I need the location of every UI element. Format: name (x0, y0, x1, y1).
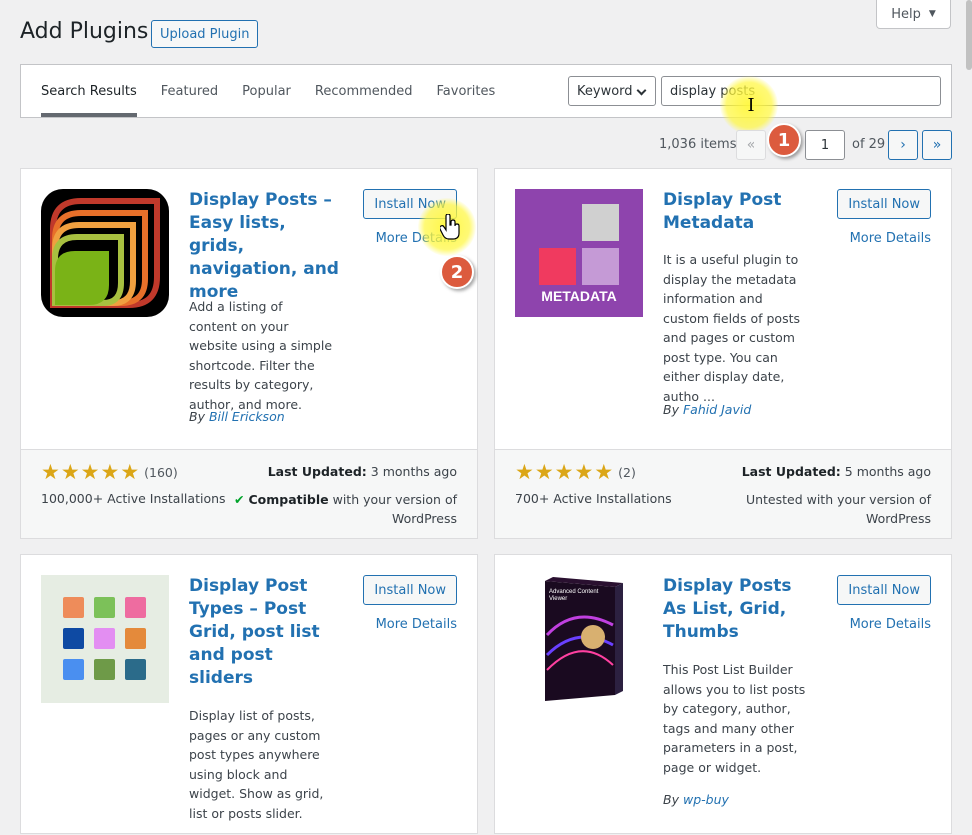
items-count: 1,036 items (659, 137, 737, 152)
pagination: 1,036 items « of 29 › » (0, 130, 952, 160)
star-icon: ★ (60, 460, 80, 484)
compatibility: Untested with your version of WordPress (701, 490, 931, 528)
help-label: Help (891, 6, 921, 22)
install-now-button[interactable]: Install Now (837, 189, 931, 219)
star-icon: ★ (515, 460, 534, 484)
plugin-name-link[interactable]: Display Posts As List, Grid, Thumbs (663, 575, 813, 644)
plugin-actions: Install Now More Details (357, 189, 457, 246)
more-details-link[interactable]: More Details (357, 617, 457, 632)
by-label: By (663, 792, 679, 807)
plugin-card: METADATA Display Post Metadata Install N… (494, 168, 952, 539)
plugin-author: By Fahid Javid (663, 402, 751, 417)
compatible-text: with your version of WordPress (332, 492, 457, 526)
active-installs: 700+ Active Installations (515, 491, 672, 506)
text-cursor-icon: I (747, 95, 755, 116)
step-badge-1: 1 (767, 123, 801, 157)
plugin-card: Display Posts – Easy lists, grids, navig… (20, 168, 478, 539)
plugin-actions: Install Now More Details (831, 189, 931, 246)
last-updated-value: 5 months ago (844, 464, 931, 479)
first-page-button[interactable]: « (736, 130, 766, 160)
plugin-description: Display list of posts, pages or any cust… (189, 708, 324, 821)
display-posts-logo (41, 189, 169, 317)
last-updated-value: 3 months ago (370, 464, 457, 479)
install-now-button[interactable]: Install Now (837, 575, 931, 605)
compatibility: ✔ Compatible with your version of WordPr… (227, 490, 457, 528)
star-icon: ★ (574, 460, 594, 484)
plugin-description: It is a useful plugin to display the met… (663, 252, 800, 404)
help-button[interactable]: Help ▼ (876, 0, 951, 29)
more-details-link[interactable]: More Details (831, 231, 931, 246)
page-scrollbar[interactable] (966, 0, 972, 70)
plugin-description: This Post List Builder allows you to lis… (663, 662, 806, 775)
check-icon: ✔ (234, 492, 245, 507)
plugin-card-footer: ★ ★ ★ ★ ★ (160) 100,000+ Active Installa… (21, 449, 477, 538)
plugin-name-link[interactable]: Display Post Metadata (663, 189, 813, 235)
plugin-name-link[interactable]: Display Posts – Easy lists, grids, navig… (189, 189, 339, 304)
last-updated-label: Last Updated: (267, 464, 367, 479)
last-updated-label: Last Updated: (741, 464, 841, 479)
plugin-tabs: Search Results Featured Popular Recommen… (41, 65, 519, 117)
install-now-button[interactable]: Install Now (363, 575, 457, 605)
rating-count-link[interactable]: (160) (144, 465, 178, 480)
upload-plugin-button[interactable]: Upload Plugin (151, 20, 259, 48)
star-icon: ★ (554, 460, 574, 484)
plugin-description: Add a listing of content on your website… (189, 299, 333, 412)
plugin-author: By wp-buy (663, 792, 729, 807)
by-label: By (663, 402, 679, 417)
more-details-link[interactable]: More Details (357, 231, 457, 246)
total-pages: of 29 (852, 137, 886, 152)
post-types-logo (41, 575, 169, 703)
tab-search-results[interactable]: Search Results (41, 65, 137, 117)
chevron-down-icon (636, 85, 647, 96)
star-icon: ★ (41, 460, 60, 484)
plugin-filter-bar: Search Results Featured Popular Recommen… (20, 64, 952, 118)
star-rating: ★ ★ ★ ★ ★ (2) (515, 460, 636, 484)
tab-popular[interactable]: Popular (242, 65, 291, 117)
last-updated: Last Updated: 5 months ago (742, 464, 931, 479)
plugin-author: By Bill Erickson (189, 409, 285, 424)
rating-count-link[interactable]: (2) (618, 465, 636, 480)
author-link[interactable]: wp-buy (683, 792, 729, 807)
tab-featured[interactable]: Featured (161, 65, 218, 117)
last-page-button[interactable]: » (922, 130, 952, 160)
star-icon: ★ (100, 460, 120, 484)
tab-favorites[interactable]: Favorites (437, 65, 496, 117)
box-logo-text: Advanced Content Viewer (549, 589, 599, 602)
page-title: Add Plugins (20, 19, 149, 44)
metadata-logo: METADATA (515, 189, 643, 317)
plugin-name-link[interactable]: Display Post Types – Post Grid, post lis… (189, 575, 339, 690)
compatible-label: Compatible (248, 492, 329, 507)
plugin-card-footer: ★ ★ ★ ★ ★ (2) 700+ Active Installations … (495, 449, 951, 538)
search-input[interactable] (661, 76, 941, 106)
current-page-input[interactable] (805, 130, 845, 160)
star-icon: ★ (80, 460, 100, 484)
content-viewer-box-logo: Advanced Content Viewer (515, 575, 643, 703)
search-type-value: Keyword (577, 83, 633, 99)
star-icon: ★ (534, 460, 554, 484)
plugin-actions: Install Now More Details (357, 575, 457, 632)
plugin-actions: Install Now More Details (831, 575, 931, 632)
plugin-card: Advanced Content Viewer Display Posts As… (494, 554, 952, 834)
author-link[interactable]: Fahid Javid (683, 402, 751, 417)
next-page-button[interactable]: › (888, 130, 918, 160)
step-badge-2: 2 (440, 255, 474, 289)
search-type-select[interactable]: Keyword (568, 76, 656, 106)
caret-down-icon: ▼ (928, 9, 936, 19)
active-installs: 100,000+ Active Installations (41, 491, 226, 506)
tab-recommended[interactable]: Recommended (315, 65, 413, 117)
metadata-logo-text: METADATA (541, 288, 617, 304)
plugin-card: Display Post Types – Post Grid, post lis… (20, 554, 478, 834)
star-icon: ★ (120, 460, 140, 484)
compatible-text: Untested with your version of WordPress (745, 492, 931, 526)
star-rating: ★ ★ ★ ★ ★ (160) (41, 460, 178, 484)
star-icon: ★ (594, 460, 614, 484)
more-details-link[interactable]: More Details (831, 617, 931, 632)
last-updated: Last Updated: 3 months ago (268, 464, 457, 479)
by-label: By (189, 409, 205, 424)
install-now-button[interactable]: Install Now (363, 189, 457, 219)
author-link[interactable]: Bill Erickson (209, 409, 285, 424)
